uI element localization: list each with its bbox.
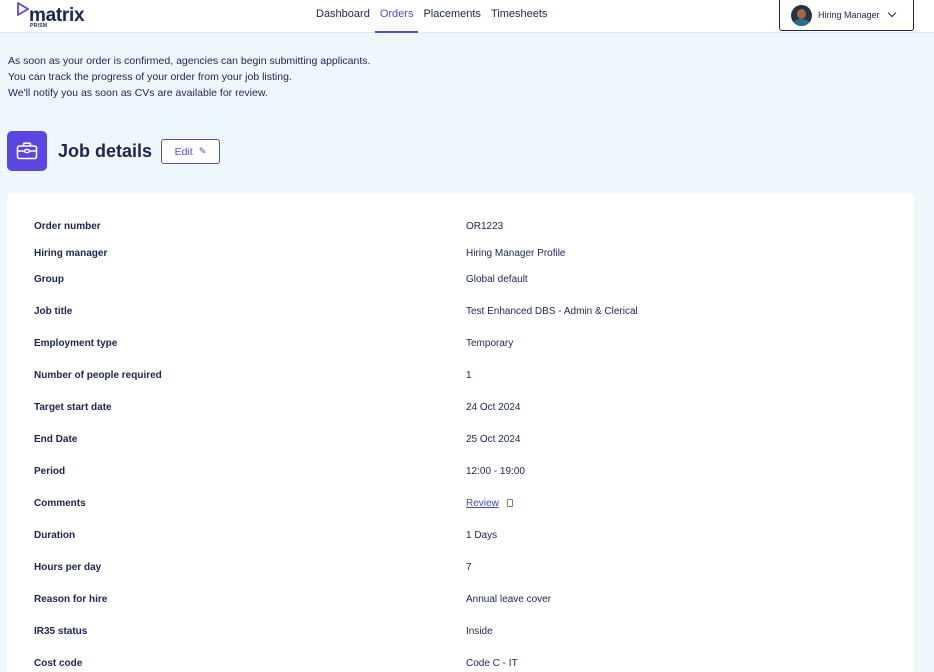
detail-value: Hiring Manager Profile <box>466 248 566 259</box>
detail-label: Hours per day <box>34 562 102 573</box>
detail-row: Order number OR1223 <box>7 221 914 237</box>
top-header: matrix PRISM Dashboard Orders Placements… <box>0 0 934 33</box>
detail-value: 12:00 - 19:00 <box>466 466 525 477</box>
detail-row: Group Global default <box>7 274 914 290</box>
edit-label: Edit <box>174 145 193 158</box>
detail-label: Target start date <box>34 402 112 413</box>
nav-timesheets[interactable]: Timesheets <box>486 0 552 33</box>
info-line: You can track the progress of your order… <box>8 71 292 83</box>
detail-label: Number of people required <box>34 370 162 381</box>
pencil-icon: ✎ <box>198 146 207 156</box>
detail-value: 1 Days <box>466 530 498 541</box>
detail-value: 24 Oct 2024 <box>466 402 521 413</box>
user-name: Hiring Manager <box>818 10 880 20</box>
detail-value: 7 <box>466 562 472 573</box>
play-logo-icon <box>17 2 29 16</box>
nav-placements[interactable]: Placements <box>418 0 485 33</box>
detail-label: Employment type <box>34 338 118 349</box>
detail-value: Review <box>466 498 513 509</box>
detail-label: Hiring manager <box>34 248 108 259</box>
document-icon[interactable] <box>506 499 513 507</box>
detail-value: 1 <box>466 370 472 381</box>
detail-row: Reason for hire Annual leave cover <box>7 594 914 610</box>
detail-label: Duration <box>34 530 76 541</box>
detail-row: End Date 25 Oct 2024 <box>7 434 914 450</box>
detail-row: Period 12:00 - 19:00 <box>7 466 914 482</box>
detail-value: 25 Oct 2024 <box>466 434 521 445</box>
briefcase-icon <box>7 131 47 171</box>
detail-row: Hours per day 7 <box>7 562 914 578</box>
detail-label: End Date <box>34 434 78 445</box>
detail-row: Target start date 24 Oct 2024 <box>7 402 914 418</box>
review-comments-link[interactable]: Review <box>466 498 499 509</box>
detail-label: IR35 status <box>34 626 88 637</box>
detail-value: Annual leave cover <box>466 594 552 605</box>
detail-label: Reason for hire <box>34 594 108 605</box>
detail-value: Test Enhanced DBS - Admin & Clerical <box>466 306 638 317</box>
detail-label: Group <box>34 274 64 285</box>
detail-row: Cost code Code C - IT <box>7 658 914 672</box>
order-info-text: As soon as your order is confirmed, agen… <box>8 53 370 101</box>
avatar <box>791 4 812 26</box>
detail-value: Temporary <box>466 338 514 349</box>
edit-button[interactable]: Edit ✎ <box>161 139 220 164</box>
detail-value: OR1223 <box>466 221 504 232</box>
logo-subtext: PRISM <box>30 23 48 29</box>
job-details-card: Order number OR1223 Hiring manager Hirin… <box>7 193 914 672</box>
detail-label: Job title <box>34 306 73 317</box>
detail-value: Global default <box>466 274 528 285</box>
info-line: As soon as your order is confirmed, agen… <box>8 55 371 67</box>
detail-value: Code C - IT <box>466 658 518 669</box>
detail-label: Period <box>34 466 66 477</box>
detail-row: Hiring manager Hiring Manager Profile <box>7 248 914 264</box>
detail-row: Job title Test Enhanced DBS - Admin & Cl… <box>7 306 914 322</box>
matrix-logo[interactable]: matrix PRISM <box>16 2 96 30</box>
detail-row: Number of people required 1 <box>7 370 914 386</box>
main-nav: Dashboard Orders Placements Timesheets <box>316 0 552 33</box>
detail-label: Cost code <box>34 658 83 669</box>
detail-row: Comments Review <box>7 498 914 514</box>
detail-label: Order number <box>34 221 101 232</box>
detail-label: Comments <box>34 498 86 509</box>
detail-row: IR35 status Inside <box>7 626 914 642</box>
detail-row: Duration 1 Days <box>7 530 914 546</box>
info-line: We'll notify you as soon as CVs are avai… <box>8 87 268 99</box>
user-menu-button[interactable]: Hiring Manager <box>779 0 914 31</box>
page-title: Job details <box>58 141 153 161</box>
detail-row: Employment type Temporary <box>7 338 914 354</box>
detail-value: Inside <box>466 626 493 637</box>
chevron-down-icon <box>887 8 896 18</box>
nav-orders[interactable]: Orders <box>374 0 419 33</box>
nav-dashboard[interactable]: Dashboard <box>316 0 375 33</box>
